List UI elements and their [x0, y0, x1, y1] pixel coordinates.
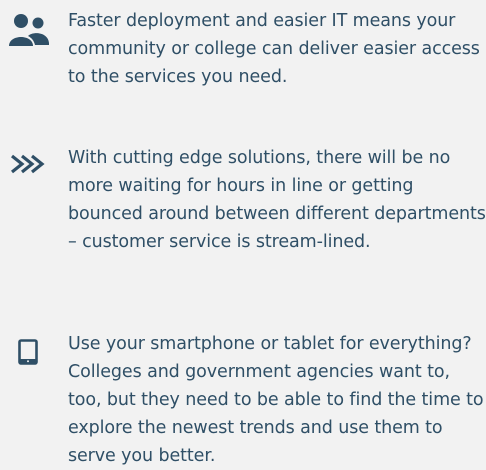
feature-text: Use your smartphone or tablet for everyt… [68, 334, 484, 466]
feature-mobile-trends: Use your smartphone or tablet for everyt… [0, 325, 486, 470]
feature-text: Faster deployment and easier IT means yo… [68, 11, 480, 87]
feature-community-access: Faster deployment and easier IT means yo… [0, 0, 486, 110]
triple-chevron-right-icon [11, 154, 45, 174]
feature-text: With cutting edge solutions, there will … [68, 148, 486, 252]
users-icon [9, 14, 49, 46]
tablet-icon [18, 339, 38, 365]
feature-streamlined-service: With cutting edge solutions, there will … [0, 140, 486, 300]
